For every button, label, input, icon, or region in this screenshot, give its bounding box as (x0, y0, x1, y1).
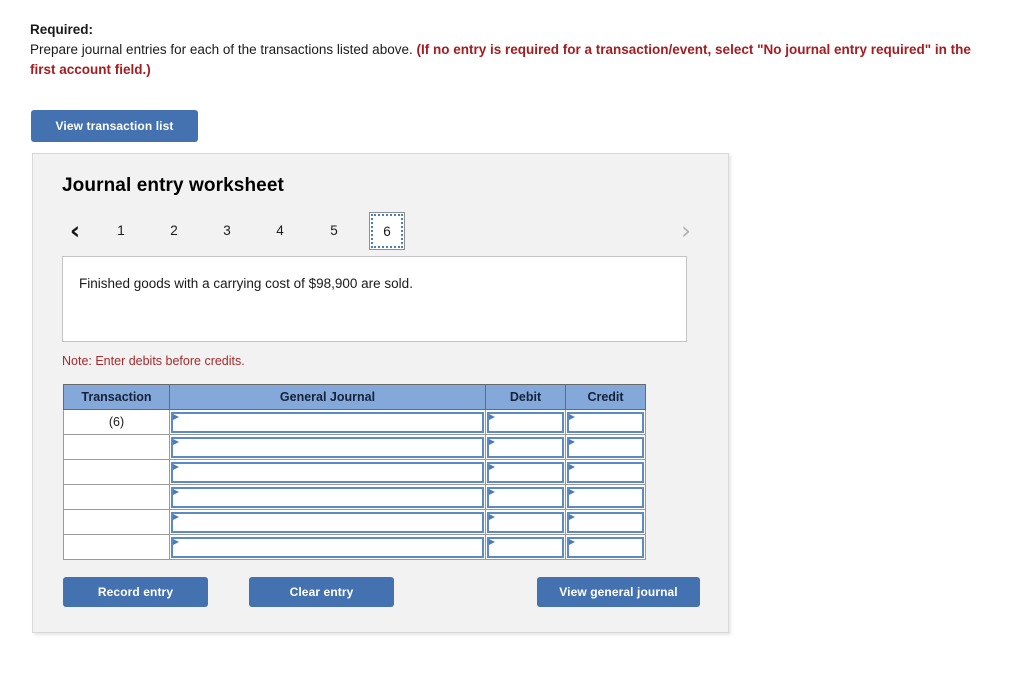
credit-input[interactable] (567, 536, 644, 558)
account-name-input[interactable] (171, 536, 484, 558)
worksheet-tab-5[interactable]: 5 (317, 216, 351, 246)
table-row (63, 434, 646, 460)
worksheet-title: Journal entry worksheet (62, 175, 284, 196)
column-header-transaction: Transaction (63, 384, 170, 410)
worksheet-tab-1[interactable]: 1 (104, 216, 138, 246)
general-journal-cell (169, 459, 486, 485)
table-row (63, 484, 646, 510)
debit-cell (485, 484, 566, 510)
debit-input[interactable] (487, 536, 564, 558)
account-name-input[interactable] (171, 411, 484, 433)
account-name-input[interactable] (171, 461, 484, 483)
debit-cell (485, 509, 566, 535)
debit-input[interactable] (487, 511, 564, 533)
clear-entry-button[interactable]: Clear entry (249, 577, 394, 607)
credit-cell (565, 534, 646, 560)
general-journal-cell (169, 534, 486, 560)
credit-cell (565, 459, 646, 485)
general-journal-cell (169, 434, 486, 460)
worksheet-tab-6[interactable]: 6 (369, 212, 405, 250)
debit-cell (485, 434, 566, 460)
general-journal-cell (169, 509, 486, 535)
table-row (63, 509, 646, 535)
journal-entry-worksheet-card: Journal entry worksheet ‹ 1 2 3 4 5 6 › … (32, 153, 729, 633)
table-row (63, 459, 646, 485)
transaction-number-cell (63, 509, 170, 535)
general-journal-cell (169, 484, 486, 510)
worksheet-tabstrip: ‹ 1 2 3 4 5 6 › (62, 212, 699, 254)
account-name-input[interactable] (171, 486, 484, 508)
column-header-debit: Debit (485, 384, 566, 410)
instructions-block: Required: Prepare journal entries for ea… (30, 20, 995, 80)
transaction-description-panel: Finished goods with a carrying cost of $… (62, 256, 687, 342)
table-header-row: Transaction General Journal Debit Credit (63, 384, 646, 410)
chevron-right-icon[interactable]: › (673, 216, 699, 246)
journal-entry-table: Transaction General Journal Debit Credit… (63, 384, 646, 560)
general-journal-cell (169, 409, 486, 435)
credit-input[interactable] (567, 486, 644, 508)
credit-input[interactable] (567, 461, 644, 483)
column-header-credit: Credit (565, 384, 646, 410)
debit-cell (485, 459, 566, 485)
transaction-number-cell (63, 434, 170, 460)
debit-cell (485, 409, 566, 435)
table-row: (6) (63, 409, 646, 435)
credit-cell (565, 434, 646, 460)
view-transaction-list-button[interactable]: View transaction list (31, 110, 198, 142)
credit-input[interactable] (567, 511, 644, 533)
account-name-input[interactable] (171, 436, 484, 458)
transaction-number-cell (63, 534, 170, 560)
worksheet-tab-4[interactable]: 4 (263, 216, 297, 246)
debit-input[interactable] (487, 411, 564, 433)
required-heading: Required: (30, 22, 94, 37)
transaction-number-cell (63, 484, 170, 510)
debit-input[interactable] (487, 436, 564, 458)
required-body-plain: Prepare journal entries for each of the … (30, 42, 417, 57)
credit-cell (565, 409, 646, 435)
debits-before-credits-note: Note: Enter debits before credits. (62, 354, 245, 368)
debit-input[interactable] (487, 461, 564, 483)
transaction-description-text: Finished goods with a carrying cost of $… (79, 276, 413, 291)
debit-input[interactable] (487, 486, 564, 508)
credit-cell (565, 484, 646, 510)
view-general-journal-button[interactable]: View general journal (537, 577, 700, 607)
record-entry-button[interactable]: Record entry (63, 577, 208, 607)
column-header-general-journal: General Journal (169, 384, 486, 410)
transaction-number-cell (63, 459, 170, 485)
worksheet-tab-2[interactable]: 2 (157, 216, 191, 246)
credit-input[interactable] (567, 436, 644, 458)
transaction-number-cell: (6) (63, 409, 170, 435)
account-name-input[interactable] (171, 511, 484, 533)
credit-cell (565, 509, 646, 535)
chevron-left-icon[interactable]: ‹ (62, 216, 88, 246)
worksheet-tab-3[interactable]: 3 (210, 216, 244, 246)
required-body: Prepare journal entries for each of the … (30, 40, 995, 80)
debit-cell (485, 534, 566, 560)
table-row (63, 534, 646, 560)
credit-input[interactable] (567, 411, 644, 433)
